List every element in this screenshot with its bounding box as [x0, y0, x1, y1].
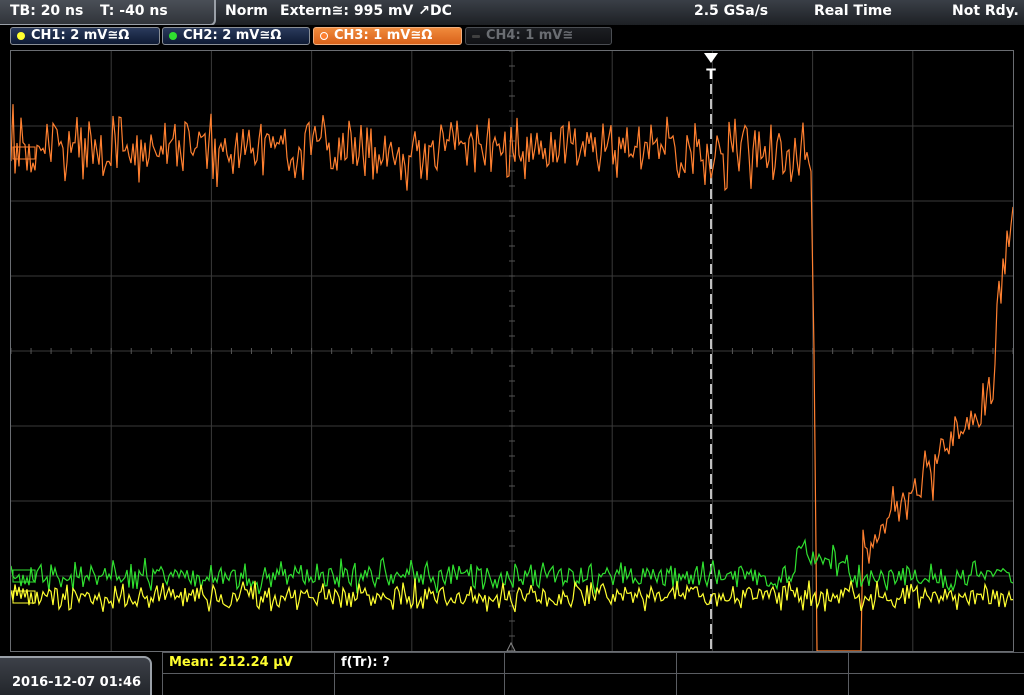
ch1-label: CH1: 2 mV≅Ω [31, 28, 130, 43]
trigger-mode-label[interactable]: Norm [225, 3, 268, 19]
ch2-dot-icon [169, 32, 177, 40]
ch1-dot-icon [17, 32, 25, 40]
ch4-label: CH4: 1 mV≅ [486, 28, 574, 43]
datetime-panel: 2016-12-07 01:46 [0, 656, 152, 695]
acquisition-mode-label[interactable]: Real Time [814, 3, 892, 19]
sample-rate-label: 2.5 GSa/s [694, 3, 769, 19]
waveform-canvas: T [11, 51, 1013, 651]
trigger-source-label[interactable]: Extern≅: 995 mV ↗DC [280, 3, 452, 19]
ch4-dash-icon [472, 35, 480, 38]
ch3-label: CH3: 1 mV≅Ω [334, 28, 433, 43]
channel-tab-ch2[interactable]: CH2: 2 mV≅Ω [162, 27, 310, 45]
status-bar: TB: 20 ns T: -40 ns Norm Extern≅: 995 mV… [0, 0, 1024, 26]
acquisition-state-label: Not Rdy. [952, 3, 1019, 19]
frequency-measurement: f(Tr): ? [341, 655, 390, 670]
trigger-marker-label: T [706, 67, 716, 83]
trigger-time-label: T: -40 ns [100, 3, 168, 19]
datetime-label: 2016-12-07 01:46 [12, 675, 142, 690]
timebase-label: TB: 20 ns [10, 3, 84, 19]
ch2-label: CH2: 2 mV≅Ω [183, 28, 282, 43]
mean-measurement: Mean: 212.24 µV [169, 655, 293, 670]
ch3-dot-icon [320, 32, 328, 40]
channel-tab-ch4[interactable]: CH4: 1 mV≅ [465, 27, 612, 45]
measurement-bar: Mean: 212.24 µV f(Tr): ? [162, 652, 1024, 695]
channel-tab-ch1[interactable]: CH1: 2 mV≅Ω [10, 27, 160, 45]
channel-tab-ch3[interactable]: CH3: 1 mV≅Ω [313, 27, 462, 45]
trigger-arrow-icon[interactable] [704, 53, 718, 63]
center-marker-icon [506, 641, 516, 651]
waveform-display[interactable]: T [10, 50, 1014, 652]
measurement-divider [162, 673, 1024, 674]
channel-bar: CH1: 2 mV≅Ω CH2: 2 mV≅Ω CH3: 1 mV≅Ω CH4:… [0, 25, 1024, 49]
timebase-panel[interactable]: TB: 20 ns T: -40 ns [0, 0, 216, 26]
